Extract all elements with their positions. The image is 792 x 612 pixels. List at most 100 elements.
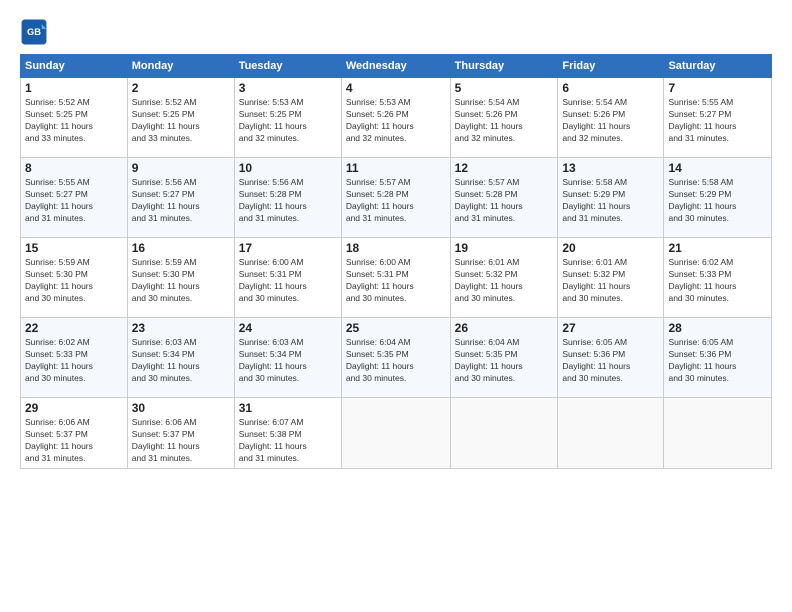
- day-info: Sunrise: 5:56 AMSunset: 5:28 PMDaylight:…: [239, 177, 337, 225]
- day-number: 7: [668, 81, 767, 95]
- day-info: Sunrise: 6:05 AMSunset: 5:36 PMDaylight:…: [668, 337, 767, 385]
- table-row: 29 Sunrise: 6:06 AMSunset: 5:37 PMDayligh…: [21, 398, 128, 469]
- table-row: 3 Sunrise: 5:53 AMSunset: 5:25 PMDaylight…: [234, 78, 341, 158]
- col-saturday: Saturday: [664, 55, 772, 78]
- day-info: Sunrise: 5:58 AMSunset: 5:29 PMDaylight:…: [562, 177, 659, 225]
- day-info: Sunrise: 6:07 AMSunset: 5:38 PMDaylight:…: [239, 417, 337, 465]
- day-number: 21: [668, 241, 767, 255]
- day-number: 24: [239, 321, 337, 335]
- day-info: Sunrise: 6:02 AMSunset: 5:33 PMDaylight:…: [25, 337, 123, 385]
- day-info: Sunrise: 5:55 AMSunset: 5:27 PMDaylight:…: [668, 97, 767, 145]
- table-row: 17 Sunrise: 6:00 AMSunset: 5:31 PMDayligh…: [234, 238, 341, 318]
- day-info: Sunrise: 5:54 AMSunset: 5:26 PMDaylight:…: [455, 97, 554, 145]
- day-number: 9: [132, 161, 230, 175]
- day-info: Sunrise: 5:52 AMSunset: 5:25 PMDaylight:…: [25, 97, 123, 145]
- table-row: 12Sunrise: 5:57 AMSunset: 5:28 PMDayligh…: [450, 158, 558, 238]
- day-number: 31: [239, 401, 337, 415]
- col-tuesday: Tuesday: [234, 55, 341, 78]
- table-row: 18 Sunrise: 6:00 AMSunset: 5:31 PMDayligh…: [341, 238, 450, 318]
- table-row: 4 Sunrise: 5:53 AMSunset: 5:26 PMDaylight…: [341, 78, 450, 158]
- day-number: 4: [346, 81, 446, 95]
- table-row: 21 Sunrise: 6:02 AMSunset: 5:33 PMDayligh…: [664, 238, 772, 318]
- day-number: 13: [562, 161, 659, 175]
- day-info: Sunrise: 6:03 AMSunset: 5:34 PMDaylight:…: [239, 337, 337, 385]
- table-row: 10 Sunrise: 5:56 AMSunset: 5:28 PMDayligh…: [234, 158, 341, 238]
- day-info: Sunrise: 6:04 AMSunset: 5:35 PMDaylight:…: [346, 337, 446, 385]
- day-info: Sunrise: 5:59 AMSunset: 5:30 PMDaylight:…: [25, 257, 123, 305]
- col-wednesday: Wednesday: [341, 55, 450, 78]
- table-row: 2 Sunrise: 5:52 AMSunset: 5:25 PMDaylight…: [127, 78, 234, 158]
- day-info: Sunrise: 6:06 AMSunset: 5:37 PMDaylight:…: [25, 417, 123, 465]
- logo-icon: GB: [20, 18, 48, 46]
- day-number: 8: [25, 161, 123, 175]
- day-info: Sunrise: 5:58 AMSunset: 5:29 PMDaylight:…: [668, 177, 767, 225]
- table-row: 8 Sunrise: 5:55 AMSunset: 5:27 PMDaylight…: [21, 158, 128, 238]
- day-info: Sunrise: 6:03 AMSunset: 5:34 PMDaylight:…: [132, 337, 230, 385]
- table-row: [450, 398, 558, 469]
- col-monday: Monday: [127, 55, 234, 78]
- logo: GB: [20, 18, 51, 46]
- day-info: Sunrise: 5:52 AMSunset: 5:25 PMDaylight:…: [132, 97, 230, 145]
- day-number: 16: [132, 241, 230, 255]
- table-row: [664, 398, 772, 469]
- day-info: Sunrise: 6:02 AMSunset: 5:33 PMDaylight:…: [668, 257, 767, 305]
- table-row: 30Sunrise: 6:06 AMSunset: 5:37 PMDayligh…: [127, 398, 234, 469]
- day-info: Sunrise: 6:05 AMSunset: 5:36 PMDaylight:…: [562, 337, 659, 385]
- day-number: 14: [668, 161, 767, 175]
- day-info: Sunrise: 6:00 AMSunset: 5:31 PMDaylight:…: [239, 257, 337, 305]
- day-info: Sunrise: 6:01 AMSunset: 5:32 PMDaylight:…: [562, 257, 659, 305]
- calendar-header-row: Sunday Monday Tuesday Wednesday Thursday…: [21, 55, 772, 78]
- day-info: Sunrise: 5:53 AMSunset: 5:25 PMDaylight:…: [239, 97, 337, 145]
- table-row: 24 Sunrise: 6:03 AMSunset: 5:34 PMDayligh…: [234, 318, 341, 398]
- day-number: 3: [239, 81, 337, 95]
- day-number: 18: [346, 241, 446, 255]
- day-number: 22: [25, 321, 123, 335]
- day-number: 15: [25, 241, 123, 255]
- table-row: 6Sunrise: 5:54 AMSunset: 5:26 PMDaylight…: [558, 78, 664, 158]
- col-friday: Friday: [558, 55, 664, 78]
- table-row: 16Sunrise: 5:59 AMSunset: 5:30 PMDayligh…: [127, 238, 234, 318]
- day-number: 2: [132, 81, 230, 95]
- day-info: Sunrise: 6:01 AMSunset: 5:32 PMDaylight:…: [455, 257, 554, 305]
- day-info: Sunrise: 6:04 AMSunset: 5:35 PMDaylight:…: [455, 337, 554, 385]
- day-number: 27: [562, 321, 659, 335]
- table-row: 27 Sunrise: 6:05 AMSunset: 5:36 PMDayligh…: [558, 318, 664, 398]
- day-number: 26: [455, 321, 554, 335]
- table-row: 22 Sunrise: 6:02 AMSunset: 5:33 PMDayligh…: [21, 318, 128, 398]
- day-info: Sunrise: 5:57 AMSunset: 5:28 PMDaylight:…: [455, 177, 554, 225]
- page-header: GB: [20, 18, 772, 46]
- table-row: 28 Sunrise: 6:05 AMSunset: 5:36 PMDayligh…: [664, 318, 772, 398]
- table-row: 7 Sunrise: 5:55 AMSunset: 5:27 PMDaylight…: [664, 78, 772, 158]
- day-number: 30: [132, 401, 230, 415]
- day-number: 29: [25, 401, 123, 415]
- day-number: 20: [562, 241, 659, 255]
- day-number: 1: [25, 81, 123, 95]
- table-row: 26 Sunrise: 6:04 AMSunset: 5:35 PMDayligh…: [450, 318, 558, 398]
- table-row: 31 Sunrise: 6:07 AMSunset: 5:38 PMDayligh…: [234, 398, 341, 469]
- day-info: Sunrise: 5:53 AMSunset: 5:26 PMDaylight:…: [346, 97, 446, 145]
- day-number: 5: [455, 81, 554, 95]
- col-sunday: Sunday: [21, 55, 128, 78]
- table-row: 20 Sunrise: 6:01 AMSunset: 5:32 PMDayligh…: [558, 238, 664, 318]
- table-row: 14 Sunrise: 5:58 AMSunset: 5:29 PMDayligh…: [664, 158, 772, 238]
- table-row: [341, 398, 450, 469]
- day-info: Sunrise: 5:55 AMSunset: 5:27 PMDaylight:…: [25, 177, 123, 225]
- day-info: Sunrise: 5:57 AMSunset: 5:28 PMDaylight:…: [346, 177, 446, 225]
- day-number: 25: [346, 321, 446, 335]
- day-info: Sunrise: 5:56 AMSunset: 5:27 PMDaylight:…: [132, 177, 230, 225]
- day-number: 28: [668, 321, 767, 335]
- table-row: 25 Sunrise: 6:04 AMSunset: 5:35 PMDayligh…: [341, 318, 450, 398]
- day-number: 11: [346, 161, 446, 175]
- table-row: 19 Sunrise: 6:01 AMSunset: 5:32 PMDayligh…: [450, 238, 558, 318]
- day-info: Sunrise: 6:00 AMSunset: 5:31 PMDaylight:…: [346, 257, 446, 305]
- table-row: 5 Sunrise: 5:54 AMSunset: 5:26 PMDaylight…: [450, 78, 558, 158]
- col-thursday: Thursday: [450, 55, 558, 78]
- day-number: 17: [239, 241, 337, 255]
- table-row: 1 Sunrise: 5:52 AMSunset: 5:25 PMDaylight…: [21, 78, 128, 158]
- svg-text:GB: GB: [27, 27, 41, 37]
- day-number: 23: [132, 321, 230, 335]
- day-number: 10: [239, 161, 337, 175]
- table-row: 15 Sunrise: 5:59 AMSunset: 5:30 PMDayligh…: [21, 238, 128, 318]
- calendar-table: Sunday Monday Tuesday Wednesday Thursday…: [20, 54, 772, 469]
- day-number: 19: [455, 241, 554, 255]
